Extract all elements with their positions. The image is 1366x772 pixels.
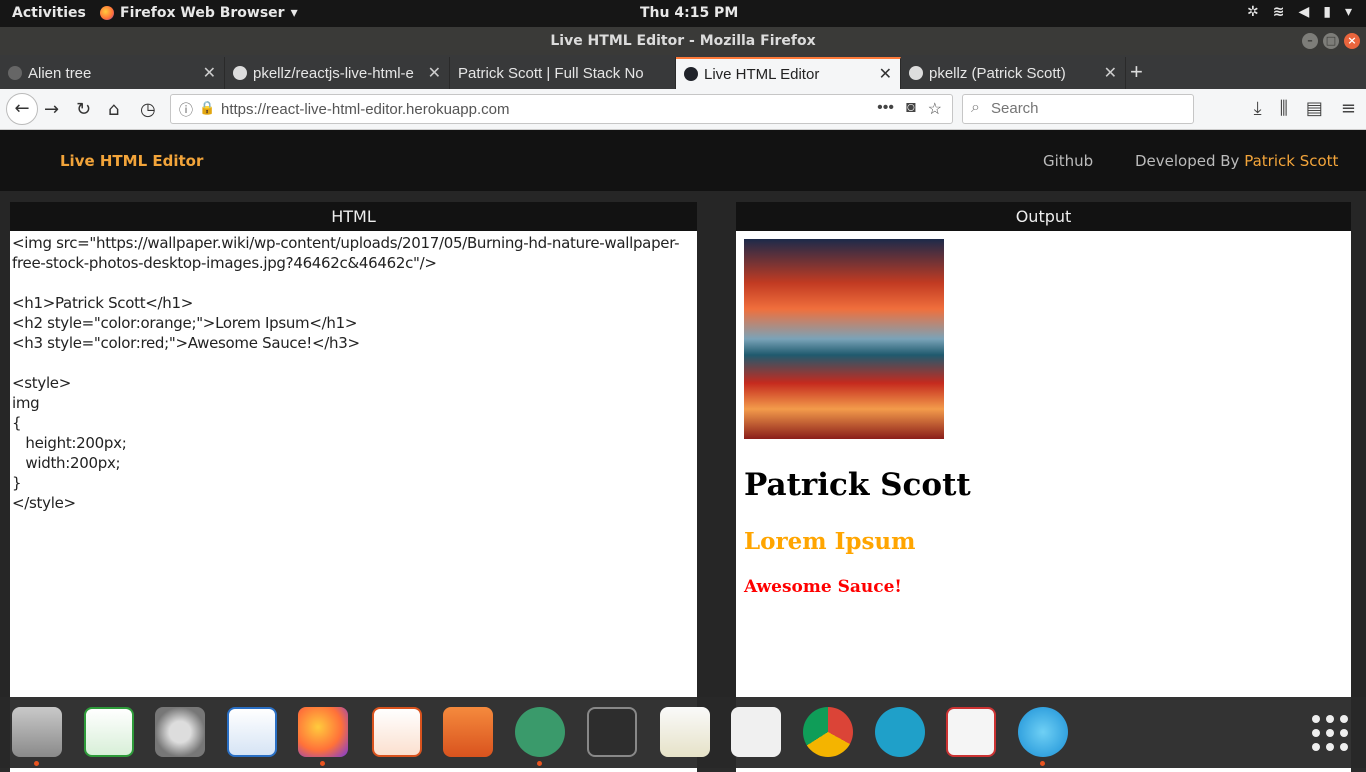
- tab-patrick-scott-site[interactable]: Patrick Scott | Full Stack No: [450, 57, 676, 89]
- close-tab-icon[interactable]: ✕: [879, 64, 892, 84]
- close-button[interactable]: ×: [1344, 33, 1360, 49]
- brand-link[interactable]: Live HTML Editor: [60, 152, 203, 170]
- pdf-viewer-icon[interactable]: [946, 707, 996, 757]
- system-tray[interactable]: ✲ ≋ ◀ ▮ ▾: [1247, 4, 1352, 20]
- page-content: Live HTML Editor Github Developed By Pat…: [0, 130, 1366, 772]
- back-button[interactable]: ←: [6, 93, 38, 125]
- tab-github-repo[interactable]: pkellz/reactjs-live-html-e ✕: [225, 57, 450, 89]
- lock-icon[interactable]: 🔒: [199, 100, 215, 116]
- tab-label: Live HTML Editor: [704, 65, 820, 83]
- search-box[interactable]: ⌕: [962, 94, 1194, 124]
- chevron-down-icon: ▾: [290, 5, 298, 21]
- forward-button[interactable]: →: [44, 99, 59, 120]
- atom-icon[interactable]: [515, 707, 565, 757]
- github-icon: [233, 66, 247, 80]
- tab-github-profile[interactable]: pkellz (Patrick Scott) ✕: [901, 57, 1126, 89]
- github-link[interactable]: Github: [1043, 152, 1093, 170]
- close-tab-icon[interactable]: ✕: [1104, 63, 1117, 83]
- output-heading-2: Lorem Ipsum: [744, 528, 916, 555]
- developed-by-label: Developed By: [1135, 152, 1240, 170]
- downloads-icon[interactable]: ⤓: [1254, 98, 1262, 119]
- volume-icon[interactable]: ◀: [1298, 4, 1309, 20]
- close-tab-icon[interactable]: ✕: [203, 63, 216, 83]
- writer-icon[interactable]: [227, 707, 277, 757]
- terminal-icon[interactable]: [587, 707, 637, 757]
- settings-icon[interactable]: [155, 707, 205, 757]
- gnome-top-bar: Activities Firefox Web Browser ▾ Thu 4:1…: [0, 0, 1366, 27]
- chevron-down-icon[interactable]: ▾: [1345, 4, 1352, 20]
- files-icon[interactable]: [12, 707, 62, 757]
- battery-icon[interactable]: ▮: [1323, 4, 1331, 20]
- window-title: Live HTML Editor - Mozilla Firefox: [550, 33, 816, 49]
- tab-label: Alien tree: [28, 64, 92, 82]
- page-actions-icon[interactable]: •••: [877, 99, 894, 119]
- search-icon: ⌕: [971, 99, 980, 116]
- github-icon: [909, 66, 923, 80]
- reload-button[interactable]: ↻: [76, 99, 91, 120]
- close-tab-icon[interactable]: ✕: [428, 63, 441, 83]
- document-icon[interactable]: [731, 707, 781, 757]
- minimize-button[interactable]: –: [1302, 33, 1318, 49]
- application-dock: [0, 697, 1366, 768]
- tab-live-html-editor[interactable]: Live HTML Editor ✕: [676, 57, 901, 89]
- impress-icon[interactable]: [372, 707, 422, 757]
- sidebar-icon[interactable]: ▤: [1306, 98, 1323, 119]
- output-heading-3: Awesome Sauce!: [744, 577, 902, 597]
- new-tab-button[interactable]: +: [1130, 59, 1143, 85]
- tab-label: pkellz (Patrick Scott): [929, 64, 1066, 82]
- html-editor-panel: HTML <img src="https://wallpaper.wiki/wp…: [10, 202, 697, 772]
- output-preview: Patrick Scott Lorem Ipsum Awesome Sauce!: [736, 231, 1351, 605]
- app-menu-label: Firefox Web Browser: [120, 5, 285, 21]
- info-icon[interactable]: ⓘ: [179, 100, 193, 120]
- firefox-icon: [100, 6, 114, 20]
- home-button[interactable]: ⌂: [108, 99, 119, 120]
- output-panel: Output Patrick Scott Lorem Ipsum Awesome…: [736, 202, 1351, 772]
- url-bar[interactable]: ⓘ 🔒 https://react-live-html-editor.herok…: [170, 94, 953, 124]
- app-menu[interactable]: Firefox Web Browser ▾: [100, 5, 298, 21]
- library-icon[interactable]: ⫼: [1280, 98, 1288, 119]
- tab-label: Patrick Scott | Full Stack No: [458, 64, 644, 82]
- navigation-toolbar: ← → ↻ ⌂ ◷ ⓘ 🔒 https://react-live-html-ed…: [0, 89, 1366, 130]
- wifi-icon[interactable]: ≋: [1273, 4, 1285, 20]
- search-input[interactable]: [991, 100, 1181, 117]
- tab-strip: Alien tree ✕ pkellz/reactjs-live-html-e …: [0, 55, 1366, 89]
- url-text[interactable]: https://react-live-html-editor.herokuapp…: [221, 101, 509, 118]
- author-link[interactable]: Patrick Scott: [1244, 152, 1338, 170]
- software-center-icon[interactable]: [443, 707, 493, 757]
- output-heading-1: Patrick Scott: [744, 467, 971, 503]
- accessibility-icon[interactable]: ✲: [1247, 4, 1259, 20]
- bookmark-star-icon[interactable]: ☆: [928, 99, 942, 119]
- clock[interactable]: Thu 4:15 PM: [640, 5, 738, 21]
- app-header: Live HTML Editor Github Developed By Pat…: [0, 130, 1366, 191]
- menu-icon[interactable]: ≡: [1341, 98, 1356, 119]
- history-icon[interactable]: ◷: [140, 99, 156, 120]
- app-icon[interactable]: [875, 707, 925, 757]
- show-applications-icon[interactable]: [1312, 715, 1348, 751]
- output-panel-header: Output: [736, 202, 1351, 231]
- paint-icon[interactable]: [1018, 707, 1068, 757]
- html-panel-header: HTML: [10, 202, 697, 231]
- developed-by: Developed By Patrick Scott: [1135, 152, 1338, 170]
- tab-label: pkellz/reactjs-live-html-e: [253, 64, 414, 82]
- sunset-image: [744, 239, 944, 439]
- text-editor-icon[interactable]: [660, 707, 710, 757]
- window-titlebar: Live HTML Editor - Mozilla Firefox – □ ×: [0, 27, 1366, 55]
- tab-alien-tree[interactable]: Alien tree ✕: [0, 57, 225, 89]
- code-editor[interactable]: <img src="https://wallpaper.wiki/wp-cont…: [10, 231, 697, 515]
- chrome-icon[interactable]: [803, 707, 853, 757]
- maximize-button[interactable]: □: [1323, 33, 1339, 49]
- activities-button[interactable]: Activities: [12, 5, 86, 21]
- firefox-icon[interactable]: [298, 707, 348, 757]
- pocket-icon[interactable]: ◙: [906, 99, 916, 119]
- page-icon: [8, 66, 22, 80]
- react-icon: [684, 67, 698, 81]
- spreadsheet-icon[interactable]: [84, 707, 134, 757]
